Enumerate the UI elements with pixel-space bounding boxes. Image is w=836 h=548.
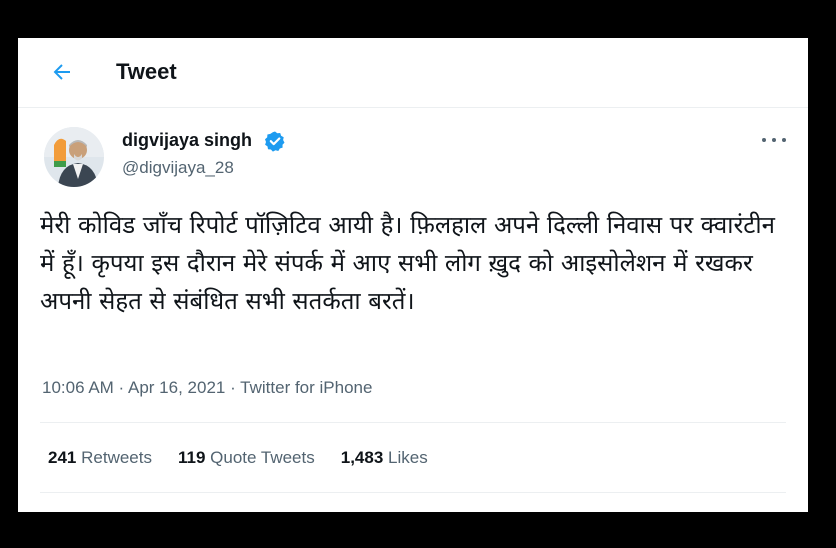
tweet-stats: 241 Retweets 119 Quote Tweets 1,483 Like… [48, 448, 428, 468]
author-name[interactable]: digvijaya singh [122, 130, 252, 151]
back-button[interactable] [50, 60, 74, 84]
more-horizontal-icon [782, 138, 786, 142]
retweets-count: 241 [48, 448, 77, 467]
retweets-stat[interactable]: 241 Retweets [48, 448, 152, 468]
meta-separator: · [113, 378, 128, 397]
likes-count: 1,483 [340, 448, 384, 467]
page-title: Tweet [116, 59, 177, 84]
tweet-card: Tweet digvijaya singh @digvijaya_28 मेरी… [18, 38, 808, 512]
retweets-label: Retweets [81, 448, 152, 467]
tweet-source[interactable]: Twitter for iPhone [240, 378, 372, 397]
verified-badge-icon [264, 130, 286, 152]
quote-tweets-stat[interactable]: 119 Quote Tweets [178, 448, 315, 468]
avatar[interactable] [44, 127, 104, 187]
tweet-time[interactable]: 10:06 AM [42, 378, 114, 397]
quote-tweets-label: Quote Tweets [210, 448, 315, 467]
tweet-date[interactable]: Apr 16, 2021 [128, 378, 225, 397]
more-horizontal-icon [762, 138, 766, 142]
divider [40, 492, 786, 493]
more-horizontal-icon [772, 138, 776, 142]
user-avatar-photo [44, 127, 104, 187]
quote-tweets-count: 119 [177, 448, 206, 467]
tweet-text: मेरी कोविड जाँच रिपोर्ट पॉज़िटिव आयी है।… [40, 211, 783, 315]
tweet-meta: 10:06 AM · Apr 16, 2021 · Twitter for iP… [42, 378, 372, 398]
likes-label: Likes [388, 448, 428, 467]
likes-stat[interactable]: 1,483 Likes [341, 448, 428, 468]
arrow-left-icon [53, 64, 70, 80]
author-handle[interactable]: @digvijaya_28 [122, 158, 234, 178]
page-header: Tweet [18, 38, 808, 108]
divider [40, 422, 786, 423]
meta-separator: · [225, 378, 241, 397]
more-options-button[interactable] [762, 132, 786, 148]
